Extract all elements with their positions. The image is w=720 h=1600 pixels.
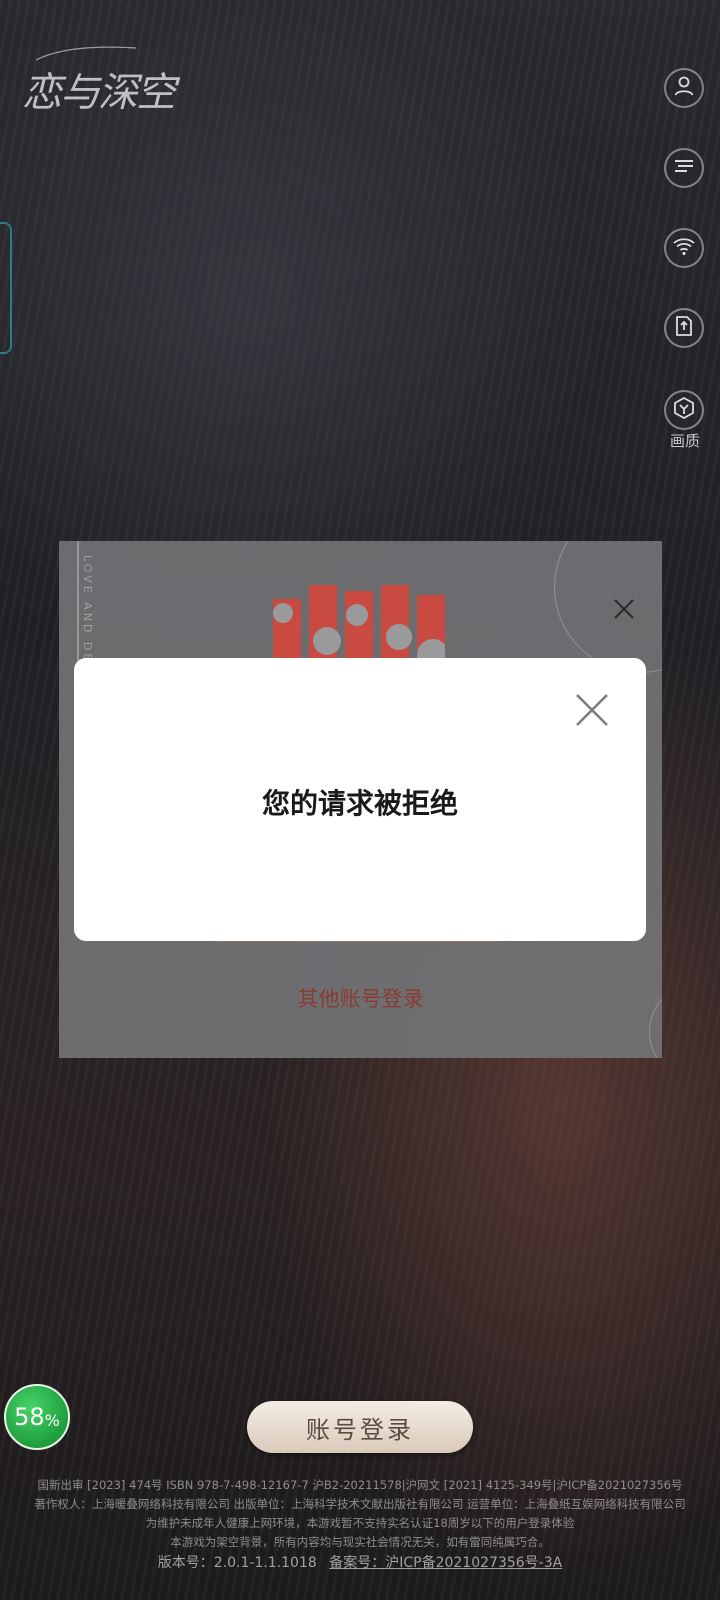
quality-icon xyxy=(672,396,696,424)
panel-divider xyxy=(77,541,79,661)
footer-minor-notice: 为维护未成年人健康上网环境，本游戏暂不支持实名认证18周岁以下的用户登录体验 xyxy=(145,1516,575,1530)
quality-label: 画质 xyxy=(669,432,700,450)
export-icon xyxy=(672,314,696,342)
logo-text: 恋与深空 xyxy=(22,70,176,116)
account-login-button[interactable]: 账号登录 xyxy=(247,1401,473,1453)
notice-button[interactable] xyxy=(664,148,704,188)
close-icon[interactable] xyxy=(574,692,610,728)
user-button[interactable] xyxy=(664,68,704,108)
version-text: 版本号：2.0.1-1.1.1018 xyxy=(157,1555,317,1571)
panel-vertical-text: LOVE AND DE xyxy=(81,555,94,664)
quality-button[interactable] xyxy=(664,390,704,430)
panel-close-icon[interactable] xyxy=(612,597,636,621)
footer-version-row: 版本号：2.0.1-1.1.1018 备案号：沪ICP备2021027356号-… xyxy=(0,1552,720,1572)
notice-icon xyxy=(672,154,696,182)
wifi-icon xyxy=(672,234,696,262)
icp-link[interactable]: 备案号：沪ICP备2021027356号-3A xyxy=(329,1555,562,1571)
error-dialog: 您的请求被拒绝 xyxy=(74,658,646,941)
progress-sign: % xyxy=(44,1410,60,1430)
footer-copyright: 著作权人：上海暖叠网络科技有限公司 出版单位：上海科学技术文献出版社有限公司 运… xyxy=(34,1497,686,1511)
footer-disclaimer: 本游戏为架空背景，所有内容均与现实社会情况无关，如有雷同纯属巧合。 xyxy=(170,1535,550,1549)
side-drawer-tab[interactable] xyxy=(0,222,12,354)
user-icon xyxy=(672,74,696,102)
dialog-message: 您的请求被拒绝 xyxy=(261,787,458,820)
progress-badge[interactable]: 58 % xyxy=(4,1384,70,1450)
panel-decoration xyxy=(554,541,662,673)
export-button[interactable] xyxy=(664,308,704,348)
progress-value: 58 xyxy=(14,1403,45,1431)
brand-logo xyxy=(273,585,445,665)
other-account-login-link[interactable]: 其他账号登录 xyxy=(59,983,662,1013)
network-button[interactable] xyxy=(664,228,704,268)
footer-license: 国新出审 [2023] 474号 ISBN 978-7-498-12167-7 … xyxy=(37,1478,683,1492)
